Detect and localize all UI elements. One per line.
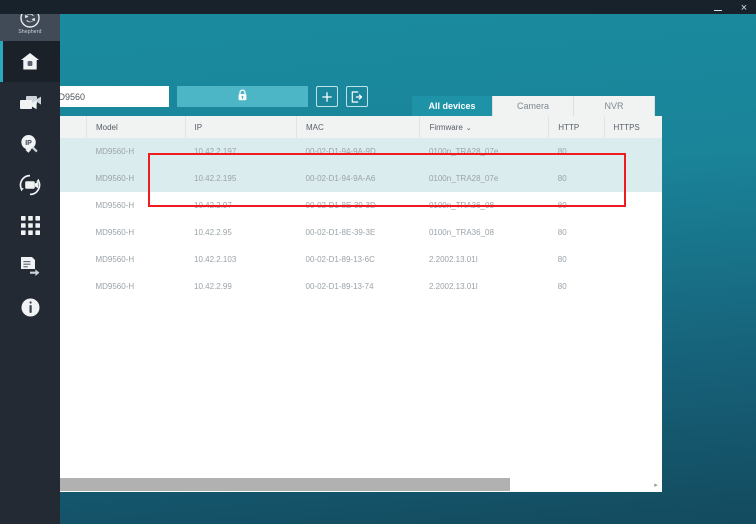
device-table-panel: Status Model IP MAC Firmware⌄ HTTP HTTPS… — [28, 116, 662, 492]
home-icon — [20, 52, 40, 71]
cell-http: 80 — [557, 255, 567, 264]
info-icon — [21, 298, 40, 317]
column-header-http[interactable]: HTTP — [548, 116, 605, 138]
sidebar: Shepherd IP — [0, 0, 60, 524]
cell-model: MD9560-H — [95, 282, 135, 291]
cell-https — [604, 192, 662, 219]
column-header-model[interactable]: Model — [86, 116, 186, 138]
sidebar-item-report[interactable] — [0, 246, 60, 287]
cell-model: MD9560-H — [86, 138, 185, 165]
tab-all-devices[interactable]: All devices — [412, 96, 493, 116]
lock-button[interactable] — [177, 86, 308, 107]
app-logo-label: Shepherd — [18, 29, 42, 35]
sidebar-item-apps[interactable] — [0, 205, 60, 246]
export-button[interactable] — [346, 86, 368, 107]
column-header-mac[interactable]: MAC — [296, 116, 421, 138]
sidebar-item-firmware-upgrade[interactable] — [0, 164, 60, 205]
table-header: Status Model IP MAC Firmware⌄ HTTP HTTPS… — [28, 116, 662, 138]
plus-icon — [322, 91, 332, 102]
sidebar-item-about[interactable] — [0, 287, 60, 328]
cell-model: MD9560-H — [95, 228, 135, 237]
sidebar-nav: IP — [0, 41, 60, 328]
cell-ip: 10.42.2.195 — [185, 165, 297, 192]
cell-http: 80 — [557, 228, 567, 237]
cell-mac: 00-02-D1-8E-39-3D — [305, 201, 376, 210]
cell-firmware: 2.2002.13.01I — [428, 255, 478, 264]
table-row[interactable]: MD9560-H 10.42.2.95 00-02-D1-8E-39-3E 01… — [28, 219, 662, 246]
column-header-https[interactable]: HTTPS — [604, 116, 662, 138]
window-controls: × — [710, 1, 752, 15]
device-type-tabs: All devices Camera NVR — [412, 96, 655, 116]
table-body: MD9560-H 10.42.2.197 00-02-D1-94-9A-9D 0… — [28, 138, 662, 300]
cell-firmware: 0100n_TRA36_08 — [428, 201, 494, 210]
cell-http: 80 — [548, 138, 605, 165]
column-header-ip[interactable]: IP — [185, 116, 298, 138]
cell-ip: 10.42.2.97 — [194, 201, 232, 210]
cell-model: MD9560-H — [95, 255, 135, 264]
lock-icon — [237, 88, 248, 106]
cell-mac: 00-02-D1-89-13-74 — [305, 282, 374, 291]
close-button[interactable]: × — [736, 1, 752, 15]
table-row[interactable]: MD9560-H 10.42.2.197 00-02-D1-94-9A-9D 0… — [28, 138, 662, 165]
cell-mac: 00-02-D1-89-13-6C — [305, 255, 375, 264]
scrollbar-track[interactable] — [40, 478, 650, 491]
sidebar-item-devices[interactable] — [0, 82, 60, 123]
cell-https — [604, 138, 662, 165]
scroll-right-arrow-icon[interactable]: ▸ — [650, 478, 662, 491]
column-header-firmware[interactable]: Firmware ⌄ — [419, 116, 550, 138]
cell-firmware: 0100n_TRA36_08 — [428, 228, 494, 237]
sidebar-item-ip-settings[interactable]: IP — [0, 123, 60, 164]
svg-text:IP: IP — [25, 140, 32, 147]
tab-nvr[interactable]: NVR — [574, 96, 655, 116]
cell-firmware: 0100n_TRA28_07e — [419, 138, 549, 165]
cell-firmware: 2.2002.13.01I — [428, 282, 478, 291]
add-device-button[interactable] — [316, 86, 338, 107]
cell-https — [604, 273, 662, 300]
device-table: Status Model IP MAC Firmware⌄ HTTP HTTPS… — [28, 116, 662, 300]
cell-model: MD9560-H — [86, 165, 185, 192]
ip-tag-icon: IP — [19, 134, 41, 154]
cell-mac: 00-02-D1-94-9A-9D — [296, 138, 420, 165]
column-header-firmware-label: Firmware — [429, 122, 463, 132]
cell-model: MD9560-H — [95, 201, 135, 210]
cell-http: 80 — [557, 282, 567, 291]
cell-https — [604, 165, 662, 192]
cell-ip: 10.42.2.95 — [194, 228, 232, 237]
cell-ip: 10.42.2.99 — [194, 282, 232, 291]
table-row[interactable]: MD9560-H 10.42.2.99 00-02-D1-89-13-74 2.… — [28, 273, 662, 300]
export-icon — [351, 90, 363, 103]
table-row[interactable]: MD9560-H 10.42.2.195 00-02-D1-94-9A-A6 0… — [28, 165, 662, 192]
apps-grid-icon — [20, 216, 40, 235]
application-window: × Shepherd IP MD9560 All devices Camera … — [0, 0, 756, 524]
cell-http: 80 — [557, 201, 567, 210]
sort-descending-icon: ⌄ — [465, 124, 472, 132]
cell-ip: 10.42.2.197 — [185, 138, 297, 165]
firmware-upgrade-icon — [18, 173, 42, 197]
horizontal-scrollbar[interactable]: ◂ ▸ — [28, 477, 662, 492]
cell-firmware: 0100n_TRA28_07e — [419, 165, 549, 192]
devices-icon — [18, 94, 42, 112]
cell-http: 80 — [548, 165, 605, 192]
title-bar — [0, 0, 756, 14]
cell-https — [604, 246, 662, 273]
cell-mac: 00-02-D1-94-9A-A6 — [296, 165, 420, 192]
scrollbar-thumb[interactable] — [40, 478, 510, 491]
sidebar-item-home[interactable] — [0, 41, 60, 82]
cell-ip: 10.42.2.103 — [194, 255, 237, 264]
table-row[interactable]: MD9560-H 10.42.2.97 00-02-D1-8E-39-3D 01… — [28, 192, 662, 219]
table-row[interactable]: MD9560-H 10.42.2.103 00-02-D1-89-13-6C 2… — [28, 246, 662, 273]
table-header-row: Status Model IP MAC Firmware⌄ HTTP HTTPS… — [28, 116, 662, 138]
tab-camera[interactable]: Camera — [493, 96, 574, 116]
table-toolbar: MD9560 — [28, 86, 368, 107]
minimize-button[interactable] — [710, 1, 726, 15]
cell-mac: 00-02-D1-8E-39-3E — [305, 228, 376, 237]
cell-https — [604, 219, 662, 246]
export-report-icon — [19, 256, 41, 277]
